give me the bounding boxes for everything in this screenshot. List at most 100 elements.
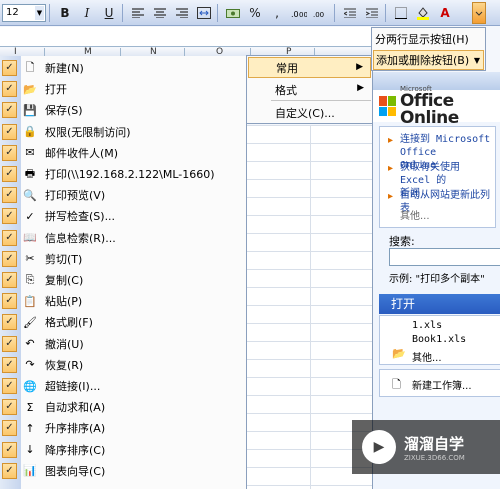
formatting-toolbar: 12 ▼ B I U % , .0 00 .00 A: [0, 0, 500, 26]
spelling-icon: ✓: [25, 209, 35, 223]
command-row[interactable]: ✓ Σ 自动求和(A): [0, 396, 246, 418]
checkbox-checked-icon[interactable]: ✓: [2, 166, 17, 182]
decrease-indent-button[interactable]: [340, 3, 360, 23]
checkbox-checked-icon[interactable]: ✓: [2, 378, 17, 394]
toolbar-options-button[interactable]: [472, 1, 486, 24]
align-left-button[interactable]: [128, 3, 148, 23]
checkbox-checked-icon[interactable]: ✓: [2, 187, 17, 204]
font-color-button[interactable]: A: [435, 3, 455, 23]
search-input[interactable]: [389, 248, 500, 266]
font-size-value: 12: [6, 6, 19, 18]
checkbox-checked-icon[interactable]: ✓: [2, 356, 17, 373]
underline-button[interactable]: U: [99, 3, 119, 23]
increase-indent-button[interactable]: [362, 3, 382, 23]
menu-item-label: 自定义(C)...: [275, 106, 335, 120]
italic-button[interactable]: I: [77, 3, 97, 23]
command-row[interactable]: ✓ ↷ 恢复(R): [0, 354, 246, 376]
add-remove-buttons-menu: ✓ 🗋 新建(N) ✓ 📂 打开 ✓ 💾 保存(S) ✓ 🔒 权限(无限制访问) ✓ ✉ 邮件收件人(M) ✓…: [0, 56, 247, 489]
toolbar-category-menu: 常用 ▶ 格式 ▶ 自定义(C)...: [246, 55, 373, 124]
command-row[interactable]: ✓ 💾 保存(S): [0, 99, 246, 121]
command-label: 信息检索(R)...: [45, 231, 116, 245]
command-label: 剪切(T): [45, 252, 83, 266]
command-row[interactable]: ✓ ✓ 拼写检查(S)...: [0, 205, 246, 227]
font-size-dropdown[interactable]: 12 ▼: [2, 3, 46, 22]
command-row[interactable]: ✓ 📖 信息检索(R)...: [0, 227, 246, 249]
command-label: 超链接(I)...: [45, 380, 101, 393]
bold-button[interactable]: B: [55, 3, 75, 23]
checkbox-checked-icon[interactable]: ✓: [2, 60, 17, 76]
chevron-down-icon: ▼: [35, 5, 44, 20]
fill-color-button[interactable]: [413, 3, 433, 23]
checkbox-checked-icon[interactable]: ✓: [2, 102, 17, 119]
checkbox-checked-icon[interactable]: ✓: [2, 441, 17, 458]
checkbox-checked-icon[interactable]: ✓: [2, 208, 17, 225]
decrease-decimal-icon: .00: [313, 11, 324, 18]
research-icon: 📖: [23, 231, 37, 245]
search-example: 示例: "打印多个副本": [389, 274, 485, 285]
command-row[interactable]: ✓ 🖌 格式刷(F): [0, 311, 246, 333]
comma-style-button[interactable]: ,: [267, 3, 287, 23]
checkbox-checked-icon[interactable]: ✓: [2, 123, 17, 140]
command-row[interactable]: ✓ 🌐 超链接(I)...: [0, 375, 246, 397]
checkbox-checked-icon[interactable]: ✓: [2, 144, 17, 161]
command-label: 恢复(R): [45, 358, 84, 372]
align-center-button[interactable]: [150, 3, 170, 23]
increase-decimal-button[interactable]: .0 00: [289, 3, 309, 23]
open-more-link[interactable]: 其他...: [412, 349, 442, 364]
command-row[interactable]: ✓ 📋 粘贴(P): [0, 290, 246, 312]
office-online-logo: Microsoft Office Online: [373, 85, 500, 126]
checkbox-checked-icon[interactable]: ✓: [2, 420, 17, 437]
svg-text:00: 00: [299, 11, 307, 18]
decrease-indent-icon: [344, 8, 356, 18]
command-row[interactable]: ✓ ✉ 邮件收件人(M): [0, 142, 246, 164]
merge-center-button[interactable]: [194, 3, 214, 23]
checkbox-checked-icon[interactable]: ✓: [2, 462, 17, 479]
command-label: 格式刷(F): [45, 316, 93, 330]
recent-file-link[interactable]: 1.xls: [412, 320, 442, 331]
command-row[interactable]: ✓ ⎘ 复制(C): [0, 269, 246, 291]
new-workbook-link[interactable]: 新建工作簿...: [412, 377, 472, 392]
menu-item-add-remove-buttons[interactable]: 添加或删除按钮(B) ▼: [373, 50, 484, 70]
command-row[interactable]: ✓ 📊 图表向导(C): [0, 460, 246, 482]
menu-item-show-two-rows[interactable]: 分两行显示按钮(H): [373, 29, 484, 49]
checkbox-checked-icon[interactable]: ✓: [2, 314, 17, 331]
command-row[interactable]: ✓ 🔍 打印预览(V): [0, 184, 246, 206]
checkbox-checked-icon[interactable]: ✓: [2, 272, 17, 288]
command-label: 图表向导(C): [45, 464, 106, 478]
command-label: 降序排序(C): [45, 443, 106, 457]
toolbar-separator: [334, 3, 335, 22]
recent-file-link[interactable]: Book1.xls: [412, 334, 466, 345]
currency-button[interactable]: [223, 3, 243, 23]
cut-icon: ✂: [25, 252, 35, 266]
checkbox-checked-icon[interactable]: ✓: [2, 229, 17, 246]
checkbox-checked-icon[interactable]: ✓: [2, 399, 17, 416]
watermark: ▶ 溜溜自学 ZIXUE.3D66.COM: [352, 420, 500, 474]
menu-item-customize[interactable]: 自定义(C)...: [248, 102, 371, 123]
checkbox-checked-icon[interactable]: ✓: [2, 335, 17, 352]
chevron-down-icon: ▼: [473, 55, 480, 65]
command-row[interactable]: ✓ ↓ 降序排序(C): [0, 439, 246, 461]
decrease-decimal-button[interactable]: .00: [311, 3, 331, 23]
command-row[interactable]: ✓ 📂 打开: [0, 78, 246, 100]
command-row[interactable]: ✓ 🖶 打印(\\192.168.2.122\ML-1660): [0, 163, 246, 185]
command-row[interactable]: ✓ ↶ 撤消(U): [0, 333, 246, 355]
checkbox-checked-icon[interactable]: ✓: [2, 250, 17, 267]
borders-icon: [395, 6, 407, 19]
formula-bar[interactable]: [0, 27, 372, 47]
link-more[interactable]: 其他...: [400, 207, 430, 222]
increase-decimal-icon: .0 00: [291, 10, 307, 18]
borders-button[interactable]: [391, 3, 411, 23]
command-row[interactable]: ✓ 🔒 权限(无限制访问): [0, 121, 246, 143]
checkbox-checked-icon[interactable]: ✓: [2, 293, 17, 310]
menu-item-format[interactable]: 格式 ▶: [248, 79, 371, 100]
align-right-button[interactable]: [172, 3, 192, 23]
command-row[interactable]: ✓ ↑ 升序排序(A): [0, 417, 246, 439]
menu-item-standard[interactable]: 常用 ▶: [248, 57, 371, 78]
open-section-header[interactable]: 打开: [379, 294, 500, 314]
submenu-arrow-icon: ▶: [357, 83, 364, 93]
percent-button[interactable]: %: [245, 3, 265, 23]
command-row[interactable]: ✓ ✂ 剪切(T): [0, 248, 246, 270]
command-row[interactable]: ✓ 🗋 新建(N): [0, 57, 246, 79]
checkbox-checked-icon[interactable]: ✓: [2, 81, 17, 98]
svg-text:.0: .0: [291, 10, 299, 18]
